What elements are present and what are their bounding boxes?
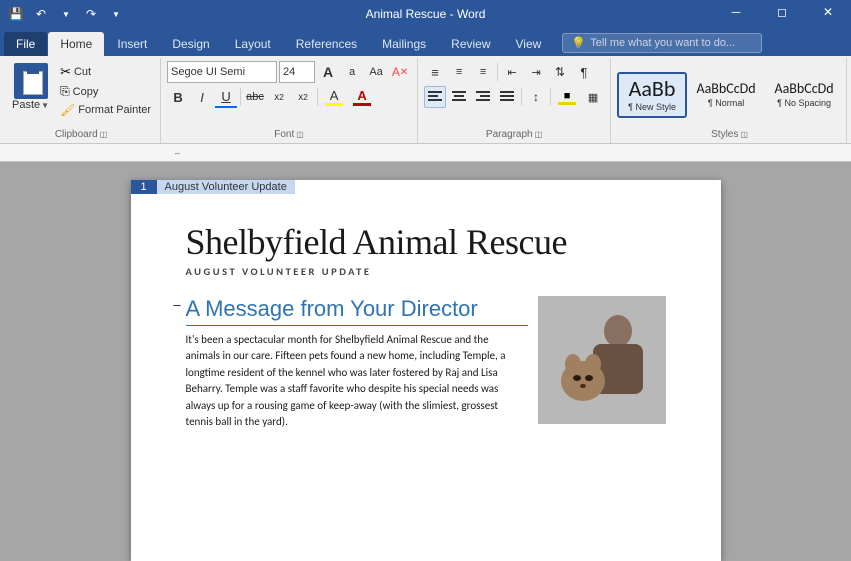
align-center-button[interactable] xyxy=(448,86,470,108)
undo-dropdown-icon[interactable]: ▼ xyxy=(54,2,78,26)
no-spacing-label: ¶ No Spacing xyxy=(777,98,831,108)
qat-customize-icon[interactable]: ▼ xyxy=(104,2,128,26)
paragraph-expand-icon[interactable]: ◫ xyxy=(535,130,543,139)
text-highlight-button[interactable]: A xyxy=(321,88,347,106)
document-body[interactable]: It's been a spectacular month for Shelby… xyxy=(186,332,516,431)
normal-preview: AaBbCcDd xyxy=(696,82,755,96)
tell-me-search[interactable]: 💡 Tell me what you want to do... xyxy=(562,33,762,53)
normal-label: ¶ Normal xyxy=(708,98,744,108)
paste-label: Paste xyxy=(12,99,40,111)
tab-file[interactable]: File xyxy=(4,32,47,56)
show-marks-button[interactable]: ¶ xyxy=(573,61,595,83)
shading-button[interactable]: ■ xyxy=(554,90,580,105)
strikethrough-button[interactable]: abc xyxy=(244,86,266,108)
styles-group: AaBb ¶ New Style AaBbCcDd ¶ Normal AaBbC… xyxy=(611,58,847,143)
tab-view[interactable]: View xyxy=(504,32,554,56)
undo-icon[interactable]: ↶ xyxy=(29,2,53,26)
style-new-style[interactable]: AaBb ¶ New Style xyxy=(617,72,687,118)
numbering-button[interactable]: ≡ xyxy=(448,61,470,83)
document-image xyxy=(538,296,666,424)
font-size-select[interactable] xyxy=(279,61,315,83)
copy-icon: ⎘ xyxy=(60,84,70,99)
new-style-label: ¶ New Style xyxy=(628,102,676,112)
app-title: Animal Rescue - Word xyxy=(366,7,486,21)
tell-me-placeholder: Tell me what you want to do... xyxy=(590,37,735,49)
tab-references[interactable]: References xyxy=(284,32,369,56)
paragraph-group: ≡ ≡ ≡ ⇤ ⇥ ⇅ ¶ xyxy=(418,58,611,143)
subscript-button[interactable]: x2 xyxy=(268,86,290,108)
clipboard-expand-icon[interactable]: ◫ xyxy=(100,130,108,139)
tab-review[interactable]: Review xyxy=(439,32,502,56)
borders-button[interactable]: ▦ xyxy=(582,86,604,108)
tab-design[interactable]: Design xyxy=(160,32,221,56)
cut-icon: ✂ xyxy=(60,64,71,80)
font-group-label: Font xyxy=(274,129,294,140)
document-heading[interactable]: A Message from Your Director xyxy=(186,296,528,325)
document-title[interactable]: Shelbyfield Animal Rescue xyxy=(186,222,666,263)
tab-insert[interactable]: Insert xyxy=(105,32,159,56)
lightbulb-icon: 💡 xyxy=(571,36,586,50)
tab-mailings[interactable]: Mailings xyxy=(370,32,438,56)
close-button[interactable]: ✕ xyxy=(805,0,851,24)
line-spacing-button[interactable]: ↕ xyxy=(525,86,547,108)
superscript-button[interactable]: x2 xyxy=(292,86,314,108)
paste-button[interactable]: Paste ▼ xyxy=(8,61,53,113)
underline-button[interactable]: U xyxy=(215,86,237,108)
italic-button[interactable]: I xyxy=(191,86,213,108)
redo-icon[interactable]: ↷ xyxy=(79,2,103,26)
paste-dropdown-icon[interactable]: ▼ xyxy=(41,101,49,110)
document-subtitle[interactable]: AUGUST VOLUNTEER UPDATE xyxy=(186,265,666,278)
font-color-button[interactable]: A xyxy=(349,88,375,106)
save-icon[interactable]: 💾 xyxy=(4,2,28,26)
styles-expand-icon[interactable]: ◫ xyxy=(740,130,748,139)
change-case-button[interactable]: Aa xyxy=(365,61,387,83)
format-painter-icon: 🖌 xyxy=(60,103,75,117)
copy-label: Copy xyxy=(73,86,99,98)
multilevel-button[interactable]: ≡ xyxy=(472,61,494,83)
cut-label: Cut xyxy=(74,66,91,78)
cut-button[interactable]: ✂ Cut xyxy=(57,63,154,81)
clipboard-label: Clipboard xyxy=(55,129,98,140)
copy-button[interactable]: ⎘ Copy xyxy=(57,83,154,100)
style-no-spacing[interactable]: AaBbCcDd ¶ No Spacing xyxy=(765,77,843,113)
restore-button[interactable]: ◻ xyxy=(759,0,805,24)
document-page: 1 August Volunteer Update Shelbyfield An… xyxy=(131,180,721,561)
align-left-button[interactable] xyxy=(424,86,446,108)
justify-button[interactable] xyxy=(496,86,518,108)
align-right-button[interactable] xyxy=(472,86,494,108)
page-number-badge: 1 xyxy=(131,180,157,194)
styles-group-label: Styles xyxy=(711,129,738,140)
font-expand-icon[interactable]: ◫ xyxy=(296,130,304,139)
shrink-font-button[interactable]: a xyxy=(341,61,363,83)
increase-indent-button[interactable]: ⇥ xyxy=(525,61,547,83)
tab-layout[interactable]: Layout xyxy=(223,32,283,56)
new-style-preview: AaBb xyxy=(629,78,676,100)
no-spacing-preview: AaBbCcDd xyxy=(774,82,833,96)
bold-button[interactable]: B xyxy=(167,86,189,108)
quick-access-toolbar: 💾 ↶ ▼ ↷ ▼ xyxy=(4,0,128,28)
sort-button[interactable]: ⇅ xyxy=(549,61,571,83)
font-name-select[interactable] xyxy=(167,61,277,83)
tab-home[interactable]: Home xyxy=(48,32,104,56)
paragraph-group-label: Paragraph xyxy=(486,129,533,140)
format-painter-label: Format Painter xyxy=(78,104,151,116)
style-normal[interactable]: AaBbCcDd ¶ Normal xyxy=(691,77,761,113)
page-heading-bar: August Volunteer Update xyxy=(157,180,295,194)
font-group: A a Aa A✕ B I U abc x2 x2 A xyxy=(161,58,418,143)
minimize-button[interactable]: ─ xyxy=(713,0,759,24)
grow-font-button[interactable]: A xyxy=(317,61,339,83)
bullets-button[interactable]: ≡ xyxy=(424,61,446,83)
format-painter-button[interactable]: 🖌 Format Painter xyxy=(57,102,154,118)
clear-formatting-button[interactable]: A✕ xyxy=(389,61,411,83)
decrease-indent-button[interactable]: ⇤ xyxy=(501,61,523,83)
clipboard-group: Paste ▼ ✂ Cut ⎘ Copy 🖌 Format P xyxy=(4,58,161,143)
